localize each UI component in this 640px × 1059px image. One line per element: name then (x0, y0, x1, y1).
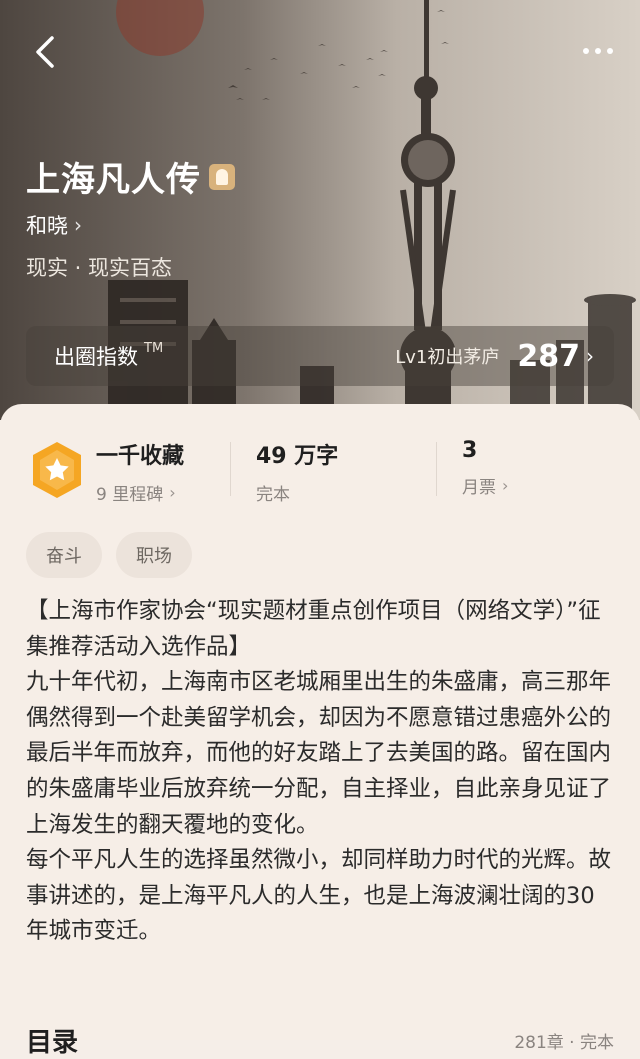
monthly-votes-link: 月票 › (462, 473, 508, 498)
stats-row: 一千收藏 9 里程碑 › 49 万字 完本 3 月票 › (0, 434, 640, 514)
author-link[interactable]: 和晓 › (26, 210, 82, 240)
monthly-votes-count: 3 (462, 438, 478, 463)
toc-meta: 281章 · 完本 (514, 1033, 614, 1053)
chevron-right-icon: › (169, 483, 176, 502)
completion-status: 完本 (256, 485, 290, 505)
index-level: Lv1初出茅庐 (395, 347, 500, 368)
synopsis-paragraph: 【上海市作家协会“现实题材重点创作项目（网络文学）”征集推荐活动入选作品】 (26, 598, 601, 660)
index-label: 出圈指数 (54, 345, 138, 369)
chevron-right-icon: › (586, 344, 594, 368)
tag-chip[interactable]: 奋斗 (26, 532, 102, 578)
synopsis-paragraph: 每个平凡人生的选择虽然微小，却同样助力时代的光辉。故事讲述的，是上海平凡人的人生… (26, 847, 612, 945)
book-title-text: 上海凡人传 (26, 160, 201, 200)
index-value: 287 (517, 338, 580, 374)
chevron-right-icon: › (502, 476, 509, 495)
back-button[interactable] (26, 30, 66, 74)
more-button[interactable] (578, 36, 618, 66)
milestone-link: 9 里程碑 › (96, 480, 184, 505)
badge-icon (209, 163, 235, 190)
toc-title: 目录 (26, 1028, 79, 1058)
toc-header[interactable]: 目录 281章 · 完本 (26, 1022, 614, 1059)
star-medal-icon[interactable] (30, 440, 84, 500)
tag-chip[interactable]: 职场 (116, 532, 192, 578)
divider (436, 442, 437, 496)
word-count: 49 万字 (256, 444, 339, 469)
trademark-mark: TM (144, 340, 164, 356)
popularity-index-bar[interactable]: 出圈指数 TM Lv1初出茅庐 287 › (26, 326, 614, 386)
book-title: 上海凡人传 (26, 152, 235, 201)
collection-count: 一千收藏 (96, 444, 185, 469)
back-arrow-icon (36, 36, 54, 68)
synopsis: 【上海市作家协会“现实题材重点创作项目（网络文学）”征集推荐活动入选作品】 九十… (26, 594, 616, 950)
more-dots-icon (583, 48, 613, 54)
synopsis-paragraph: 九十年代初，上海南市区老城厢里出生的朱盛庸，高三那年偶然得到一个赴美留学机会，却… (26, 669, 612, 838)
hero-header: 上海凡人传 和晓 › 现实 · 现实百态 出圈指数 TM Lv1初出茅庐 287… (0, 0, 640, 420)
divider (230, 442, 231, 496)
stat-words: 49 万字 完本 (256, 438, 338, 505)
genre-line: 现实 · 现实百态 (26, 256, 173, 280)
book-info-card: 一千收藏 9 里程碑 › 49 万字 完本 3 月票 › 奋斗 职场 【上海市作… (0, 404, 640, 1058)
chevron-right-icon: › (74, 213, 82, 237)
milestone-text: 9 里程碑 (96, 485, 164, 505)
author-name: 和晓 (26, 214, 68, 238)
stat-monthly-votes[interactable]: 3 月票 › (462, 438, 508, 498)
tag-list: 奋斗 职场 (26, 532, 192, 578)
monthly-votes-label: 月票 (462, 478, 496, 498)
stat-collection[interactable]: 一千收藏 9 里程碑 › (96, 438, 184, 505)
